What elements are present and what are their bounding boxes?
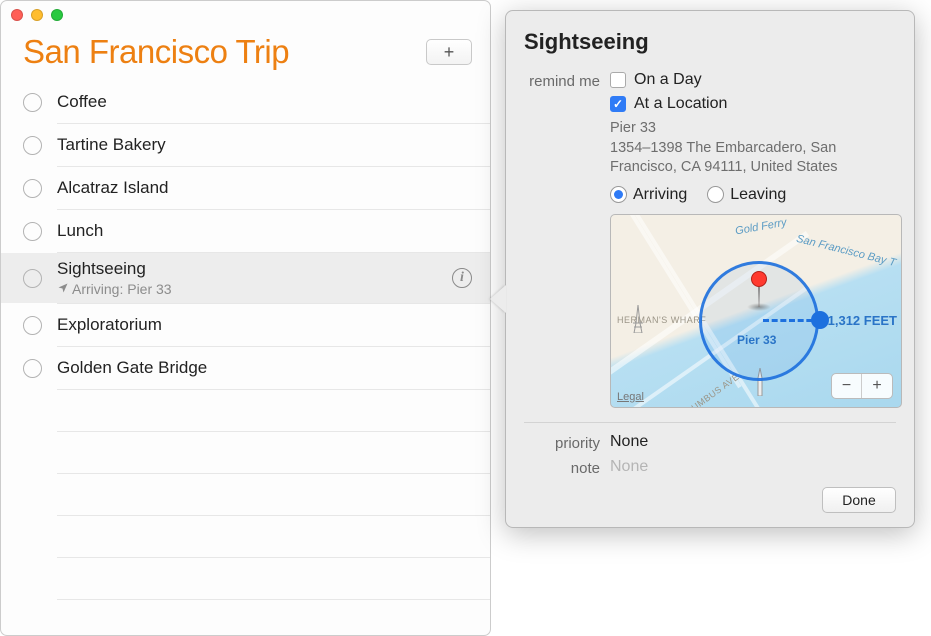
popover-pointer	[490, 285, 506, 313]
empty-row	[57, 516, 490, 558]
close-window-button[interactable]	[11, 9, 23, 21]
arriving-radio[interactable]	[610, 186, 627, 203]
list-title: San Francisco Trip	[23, 33, 289, 71]
zoom-out-button[interactable]: −	[832, 374, 862, 398]
complete-toggle[interactable]	[23, 222, 42, 241]
empty-row	[57, 474, 490, 516]
list-item[interactable]: Golden Gate Bridge	[1, 347, 490, 389]
complete-toggle[interactable]	[23, 179, 42, 198]
inspector-title: Sightseeing	[524, 29, 896, 55]
zoom-window-button[interactable]	[51, 9, 63, 21]
at-a-location-checkbox[interactable]: ✓	[610, 96, 626, 112]
list-item[interactable]: Tartine Bakery	[1, 124, 490, 166]
leaving-radio[interactable]	[707, 186, 724, 203]
add-reminder-button[interactable]: +	[426, 39, 472, 65]
note-label: note	[524, 458, 610, 477]
on-a-day-label: On a Day	[634, 71, 702, 89]
item-subtext: Arriving: Pier 33	[57, 281, 452, 297]
note-field[interactable]: None	[610, 458, 648, 475]
window-titlebar	[1, 1, 490, 29]
reminders-window: San Francisco Trip + Coffee Tartine Bake…	[0, 0, 491, 636]
empty-row	[57, 432, 490, 474]
reminder-inspector-popover: Sightseeing remind me On a Day ✓ At a Lo…	[505, 10, 915, 528]
map-zoom-controls: − +	[831, 373, 893, 399]
remind-me-label: remind me	[524, 71, 610, 90]
complete-toggle[interactable]	[23, 359, 42, 378]
item-label: Exploratorium	[57, 315, 472, 335]
complete-toggle[interactable]	[23, 269, 42, 288]
location-icon	[57, 281, 69, 297]
landmark-icon	[629, 305, 647, 338]
item-label: Lunch	[57, 221, 472, 241]
complete-toggle[interactable]	[23, 136, 42, 155]
item-label: Alcatraz Island	[57, 178, 472, 198]
item-label: Sightseeing	[57, 259, 452, 279]
priority-label: priority	[524, 433, 610, 452]
empty-row	[57, 390, 490, 432]
leaving-option[interactable]: Leaving	[707, 186, 786, 204]
list-item[interactable]: Exploratorium	[1, 304, 490, 346]
map-water-label: Gold Ferry	[734, 216, 787, 237]
geofence-map[interactable]: Gold Ferry San Francisco Bay T HERMAN'S …	[610, 214, 902, 408]
complete-toggle[interactable]	[23, 93, 42, 112]
reminders-list: Coffee Tartine Bakery Alcatraz Island Lu…	[1, 81, 490, 600]
info-button[interactable]: i	[452, 268, 472, 288]
complete-toggle[interactable]	[23, 316, 42, 335]
arriving-label: Arriving	[633, 186, 687, 204]
item-label: Tartine Bakery	[57, 135, 472, 155]
map-legal-link[interactable]: Legal	[617, 391, 644, 403]
map-water-label: San Francisco Bay T	[795, 233, 897, 269]
item-label: Coffee	[57, 92, 472, 112]
at-a-location-label: At a Location	[634, 95, 727, 113]
minimize-window-button[interactable]	[31, 9, 43, 21]
geofence-radius-label: 1,312 FEET	[828, 313, 897, 328]
location-address: Pier 33 1354–1398 The Embarcadero, San F…	[610, 119, 902, 178]
leaving-label: Leaving	[730, 186, 786, 204]
done-button[interactable]: Done	[822, 487, 896, 513]
geofence-radius-handle[interactable]	[811, 311, 829, 329]
arriving-option[interactable]: Arriving	[610, 186, 687, 204]
list-item-selected[interactable]: Sightseeing Arriving: Pier 33 i	[1, 253, 490, 303]
at-a-location-option[interactable]: ✓ At a Location	[610, 95, 902, 113]
on-a-day-option[interactable]: On a Day	[610, 71, 902, 89]
item-label: Golden Gate Bridge	[57, 358, 472, 378]
plus-icon: +	[444, 42, 455, 63]
list-item[interactable]: Coffee	[1, 81, 490, 123]
map-pin-icon[interactable]	[751, 271, 767, 307]
empty-row	[57, 558, 490, 600]
list-item[interactable]: Alcatraz Island	[1, 167, 490, 209]
zoom-in-button[interactable]: +	[862, 374, 892, 398]
list-item[interactable]: Lunch	[1, 210, 490, 252]
on-a-day-checkbox[interactable]	[610, 72, 626, 88]
priority-value[interactable]: None	[610, 433, 648, 450]
map-place-label: Pier 33	[737, 333, 776, 347]
